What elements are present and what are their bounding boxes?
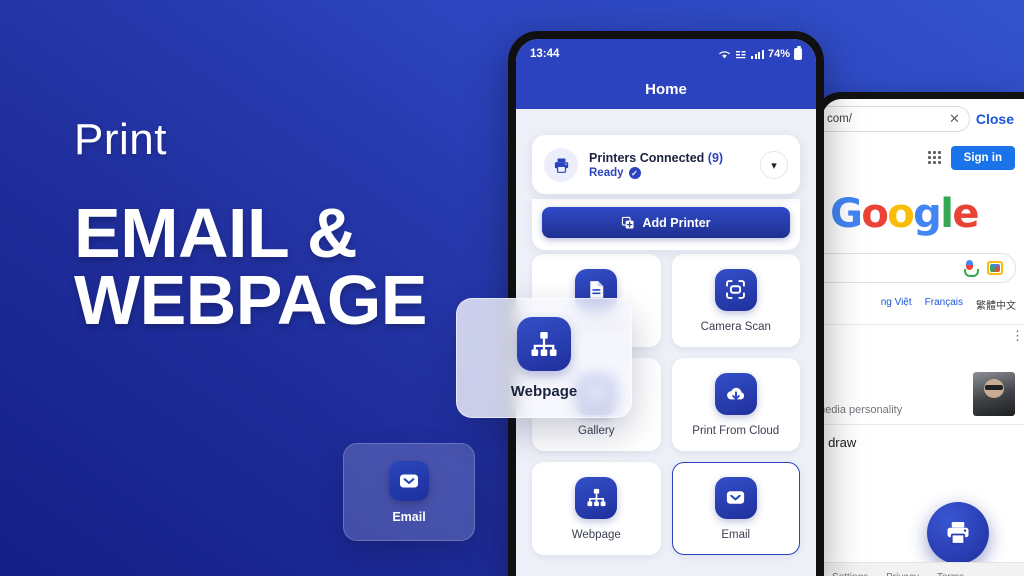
tile-label: Email bbox=[721, 528, 751, 541]
printers-connected-title: Printers Connected (9) bbox=[589, 151, 749, 165]
tile-label: Camera Scan bbox=[700, 320, 771, 333]
tile-webpage[interactable]: Webpage bbox=[532, 462, 661, 555]
page-title: EMAIL & WEBPAGE bbox=[74, 198, 494, 340]
add-printer-icon bbox=[622, 216, 635, 229]
url-input[interactable]: com/ ✕ bbox=[822, 106, 970, 132]
tile-label: Webpage bbox=[571, 528, 621, 541]
print-fab-button[interactable] bbox=[927, 502, 989, 564]
printers-connected-count: (9) bbox=[707, 151, 724, 165]
microphone-icon[interactable] bbox=[964, 260, 979, 277]
add-printer-container: Add Printer bbox=[532, 199, 800, 250]
google-lens-icon[interactable] bbox=[987, 261, 1003, 275]
google-logo: Google bbox=[822, 191, 1024, 237]
apps-grid-icon[interactable] bbox=[927, 151, 941, 164]
three-dot-menu-icon[interactable]: ⋮ bbox=[1011, 329, 1024, 342]
browser-screen: com/ ✕ Close Sign in Google ng Việt Fran… bbox=[822, 99, 1024, 576]
signal-icon bbox=[751, 49, 764, 59]
envelope-icon bbox=[389, 460, 429, 501]
google-footer: Settings Privacy Terms bbox=[822, 562, 1024, 576]
wifi-icon bbox=[719, 50, 731, 58]
tile-print-from-cloud[interactable]: Print From Cloud bbox=[671, 358, 800, 451]
phone-right-browser: com/ ✕ Close Sign in Google ng Việt Fran… bbox=[815, 92, 1024, 576]
sitemap-icon bbox=[517, 316, 571, 371]
browser-url-bar[interactable]: com/ ✕ Close bbox=[822, 99, 1024, 139]
tile-email[interactable]: Email bbox=[671, 462, 800, 555]
printers-connected-card[interactable]: Printers Connected (9) Ready ✓ ▾ bbox=[532, 135, 800, 194]
footer-link-privacy[interactable]: Privacy bbox=[886, 572, 919, 576]
printer-status: Ready ✓ bbox=[589, 167, 749, 179]
printer-icon bbox=[544, 148, 578, 182]
status-bar-indicators: 74% bbox=[718, 46, 802, 60]
logo-letter-e: e bbox=[952, 191, 979, 237]
footer-link-settings[interactable]: Settings bbox=[832, 572, 868, 576]
tile-camera-scan[interactable]: Camera Scan bbox=[671, 254, 800, 347]
headline-line-2: WEBPAGE bbox=[74, 261, 428, 340]
floating-webpage-card-label: Webpage bbox=[510, 382, 578, 400]
scan-frame-icon bbox=[714, 268, 757, 311]
url-text: com/ bbox=[827, 113, 852, 125]
printers-connected-label: Printers Connected bbox=[589, 151, 705, 165]
person-photo-thumbnail bbox=[973, 372, 1015, 416]
chevron-down-icon[interactable]: ▾ bbox=[760, 151, 788, 179]
floating-email-card-label: Email bbox=[392, 509, 426, 524]
battery-percent: 74% bbox=[767, 48, 790, 60]
logo-letter-l: l bbox=[940, 191, 954, 237]
tile-label: Print From Cloud bbox=[692, 424, 780, 437]
cloud-download-icon bbox=[714, 372, 757, 415]
browser-close-button[interactable]: Close bbox=[976, 111, 1016, 127]
printer-status-label: Ready bbox=[589, 167, 624, 179]
add-printer-button[interactable]: Add Printer bbox=[542, 207, 790, 238]
result-snippet: media personality bbox=[822, 404, 903, 416]
tile-label: Gallery bbox=[578, 424, 615, 437]
logo-letter-o1: o bbox=[861, 191, 888, 237]
google-top-row: Sign in bbox=[822, 139, 1024, 173]
status-bar-time: 13:44 bbox=[530, 48, 560, 60]
search-result-row[interactable]: es ⋮ media personality bbox=[822, 325, 1024, 424]
envelope-icon bbox=[714, 476, 757, 519]
sign-in-button[interactable]: Sign in bbox=[950, 145, 1015, 170]
result-snippet-row: media personality bbox=[822, 372, 1015, 416]
headline-kicker: Print bbox=[74, 115, 167, 164]
language-link-fr[interactable]: Français bbox=[925, 297, 963, 312]
search-result-row-secondary[interactable]: nd draw bbox=[822, 424, 1024, 450]
sitemap-icon bbox=[575, 476, 618, 519]
battery-icon bbox=[794, 46, 802, 60]
status-bar: 13:44 74% bbox=[516, 39, 816, 69]
close-x-icon[interactable]: ✕ bbox=[949, 111, 960, 127]
logo-letter-g2: g bbox=[913, 191, 942, 237]
language-links: ng Việt Français 繁體中文 bbox=[822, 283, 1024, 312]
result-title: es bbox=[822, 333, 1015, 348]
floating-webpage-card[interactable]: Webpage bbox=[456, 298, 632, 418]
footer-link-terms[interactable]: Terms bbox=[937, 572, 964, 576]
language-link-zh[interactable]: 繁體中文 bbox=[976, 297, 1016, 312]
printer-card-text: Printers Connected (9) Ready ✓ bbox=[589, 151, 749, 179]
add-printer-label: Add Printer bbox=[642, 215, 711, 230]
google-search-input[interactable] bbox=[822, 253, 1016, 283]
app-bar-title: Home bbox=[516, 69, 816, 109]
logo-letter-o2: o bbox=[887, 191, 914, 237]
floating-email-card[interactable]: Email bbox=[343, 443, 475, 541]
language-link-vi[interactable]: ng Việt bbox=[881, 297, 912, 312]
marketing-copy: Print EMAIL & WEBPAGE bbox=[74, 115, 494, 340]
promo-screenshot: Print EMAIL & WEBPAGE Email com/ ✕ Close bbox=[0, 0, 1024, 576]
status-badge: ✓ bbox=[628, 167, 641, 179]
vowifi-icon bbox=[736, 50, 746, 58]
logo-letter-g: G bbox=[830, 191, 863, 237]
